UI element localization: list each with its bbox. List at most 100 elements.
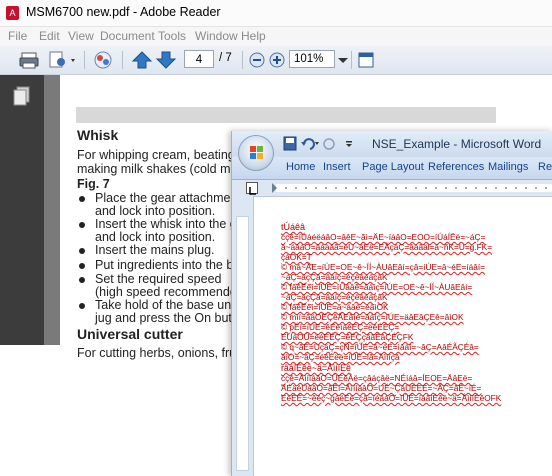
- bullet-dot: [79, 277, 85, 283]
- bullet-dot: [79, 263, 85, 269]
- bullet-text: Take hold of the base unit: [95, 298, 238, 312]
- ruler-scale: [272, 183, 552, 193]
- arrow-up-icon: [131, 51, 153, 69]
- document-line: ÄÉäéÚáâO=âÉí=ÄìííáâO=UÉ~ÇâÜÉEÉ=~ÂÇ=âÉ~íÉ…: [281, 383, 482, 393]
- document-line: EÚáOÚ=ëéÉÉÇ=êÉÇçããÉâÇÉÇFK: [281, 332, 414, 342]
- office-button[interactable]: [238, 135, 274, 171]
- menu-edit[interactable]: Edit: [39, 29, 60, 43]
- save-icon[interactable]: [283, 136, 297, 151]
- document-line: © mìí=âäOËÇêÂEâíé=âáíç=íÚE=äâEâÇEê=âìOK: [281, 312, 464, 322]
- word-title-bar: NSE_Example - Microsoft Word: [232, 131, 552, 157]
- redo-icon[interactable]: [323, 138, 335, 150]
- document-line: ä~áâáO=âáàáâ=ëU~áEë=EÃçáÇ=âáâäl=ä~ñK=U=g…: [281, 242, 493, 252]
- pages-panel-icon[interactable]: [0, 85, 44, 125]
- zoom-out-button[interactable]: [246, 50, 268, 70]
- document-line: EëÉÉ=~êéç~gáëÉë=çâ=íéâáO=íÚÉ=íáâíÉêë~ä=Å…: [281, 393, 502, 403]
- bullet-text: Insert the mains plug.: [95, 243, 215, 257]
- attach-button[interactable]: [92, 50, 114, 70]
- word-window: NSE_Example - Microsoft Word Home Insert…: [231, 131, 552, 476]
- document-line: © fâêËêí=íÚE=ã~áâë=éäìOK: [281, 302, 389, 312]
- heading-whisk: Whisk: [77, 127, 119, 143]
- document-line: cçê=íÚáéëáâO=âêE~ãì=ÄE~íáâO=EOO=íÚáÍËë=~…: [281, 232, 486, 242]
- menu-view[interactable]: View: [68, 29, 94, 43]
- printer-icon: [19, 52, 39, 69]
- zoom-in-button[interactable]: [266, 50, 288, 70]
- document-line: ~áÇ=äçÇâ=âáíç=éçëáéáçâK: [281, 292, 388, 302]
- reader-window-title: MSM6700 new.pdf - Adobe Reader: [26, 5, 221, 19]
- bullet-text: Set the required speed: [95, 272, 222, 286]
- page-count: / 7: [219, 52, 232, 64]
- document-line: âìO=~âÇ=éêÉëë=íÚÉ=lâ=Äìííçâ: [281, 352, 400, 362]
- toolbar-separator: [351, 51, 352, 69]
- bullet-text: and lock into position.: [95, 230, 216, 244]
- reader-title-bar: A MSM6700 new.pdf - Adobe Reader: [0, 0, 552, 27]
- page-view-icon: [358, 52, 374, 68]
- menu-tools[interactable]: Tools: [158, 29, 186, 43]
- menu-window[interactable]: Window: [195, 29, 238, 43]
- bullet-dot: [79, 303, 85, 309]
- ribbon-tabs: Home Insert Page Layout References Maili…: [232, 157, 552, 180]
- print-button[interactable]: [18, 50, 40, 70]
- page-number-input[interactable]: 4: [184, 50, 214, 68]
- section-band: [76, 107, 496, 123]
- vertical-ruler-scale: [236, 216, 249, 471]
- heading-universal-cutter: Universal cutter: [77, 326, 183, 342]
- document-heading: tÚáêâ: [281, 222, 306, 232]
- document-line: çáOK=T: [281, 252, 312, 262]
- next-page-button[interactable]: [155, 50, 177, 70]
- document-line: cçê=ÅìííáâO=ÚÉêÄë=çâáçâë=NÉíáâ=ÍEOE=ÄâEë…: [281, 373, 473, 383]
- word-window-title: NSE_Example - Microsoft Word: [372, 137, 542, 151]
- document-line: ~áÇ=äçÇâ=âáíç=éçëáéáçâK: [281, 272, 388, 282]
- bullet-text: and lock into position.: [95, 204, 216, 218]
- chevron-down-icon[interactable]: [315, 142, 319, 145]
- tab-home[interactable]: Home: [286, 161, 315, 173]
- zoom-dropdown-button[interactable]: [336, 50, 358, 70]
- tab-mailings[interactable]: Mailings: [488, 161, 528, 173]
- tab-page-layout[interactable]: Page Layout: [362, 161, 424, 173]
- bullet-text: Place the gear attachment: [95, 191, 241, 205]
- tab-insert[interactable]: Insert: [323, 161, 351, 173]
- horizontal-ruler: [232, 180, 552, 197]
- toolbar-separator: [242, 51, 243, 69]
- bullet-text: Insert the whisk into the ge: [95, 217, 244, 231]
- tab-selector-button[interactable]: [246, 182, 258, 195]
- document-line: © fâêËêí=íÚE=íÚáâê=âáíç=íÚE=OE~ê~ÍÍ~ÀUâE…: [281, 282, 473, 292]
- vertical-ruler: [232, 196, 254, 476]
- document-line: © pÉí=íÚE=êÉèìáêÉÇ=ëéÉÉÇ=: [281, 322, 400, 332]
- document-gear-icon: [49, 51, 75, 68]
- office-logo-icon: [250, 146, 263, 159]
- reader-toolbar: 4 / 7 101%: [0, 46, 552, 75]
- collaborate-icon: [94, 51, 112, 69]
- undo-icon[interactable]: [301, 138, 315, 150]
- quick-access-icons: [283, 136, 352, 151]
- left-tab-icon: [249, 187, 256, 195]
- zoom-level-input[interactable]: 101%: [289, 50, 335, 68]
- tab-review[interactable]: Re: [538, 161, 552, 173]
- customize-icon[interactable]: [346, 141, 352, 147]
- document-subheading: râáîÉêë~ä=ÅìííÉê: [281, 363, 351, 373]
- document-line: © q~âÉ=ÚçäÇ=çÑ=íÚÉ=â~ëÉ=ìâáí=~âÇ=AâÉÃÇÉâ…: [281, 342, 479, 352]
- intro-line: For whipping cream, beating e: [77, 148, 246, 162]
- create-pdf-button[interactable]: [47, 50, 75, 70]
- bullet-dot: [79, 222, 85, 228]
- cutter-text: For cutting herbs, onions, fruit: [77, 346, 243, 360]
- tab-references[interactable]: References: [428, 161, 484, 173]
- bullet-text: jug and press the On butto: [95, 311, 243, 325]
- toolbar-separator: [122, 51, 123, 69]
- bullet-text: (high speed recommende: [95, 285, 237, 299]
- document-line: © má~ÃE=íÚE=OE~ê~ÍÍ~ÀUâEâí=çâ=íÚE=â~éE=í…: [281, 262, 485, 272]
- word-document-page: tÚáêâ cçê=íÚáéëáâO=âêE~ãì=ÄE~íáâO=EOO=íÚ…: [254, 197, 552, 476]
- bullet-dot: [79, 248, 85, 254]
- menu-document[interactable]: Document: [100, 29, 155, 43]
- menu-help[interactable]: Help: [241, 29, 266, 43]
- reader-menu-bar: File Edit View Document Tools Window Hel…: [0, 27, 552, 46]
- navigation-pane: [0, 75, 44, 345]
- adobe-reader-icon: A: [6, 6, 19, 20]
- toolbar-separator: [84, 51, 85, 69]
- quick-access-toolbar: [282, 136, 362, 157]
- fit-page-button[interactable]: [356, 50, 378, 70]
- previous-page-button[interactable]: [131, 50, 153, 70]
- figure-label: Fig. 7: [77, 177, 110, 191]
- chevron-down-icon: [338, 58, 348, 63]
- menu-file[interactable]: File: [8, 29, 27, 43]
